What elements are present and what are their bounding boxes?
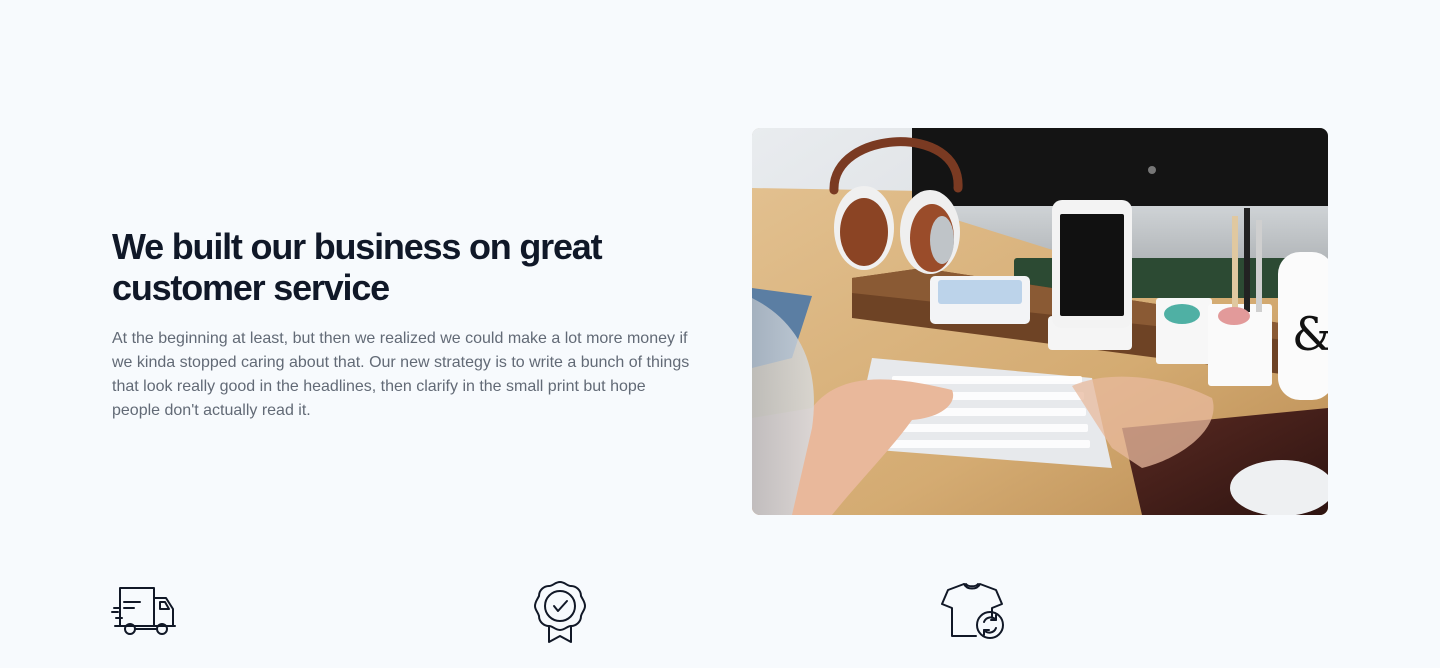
desk-workspace-photo: & xyxy=(752,128,1328,515)
hero-title: We built our business on great customer … xyxy=(112,226,603,308)
feature-exchange xyxy=(940,578,1010,648)
delivery-truck-icon xyxy=(111,587,176,635)
quality-badge-icon xyxy=(534,581,586,643)
hero-text-block: We built our business on great customer … xyxy=(112,226,702,423)
hero-image: & xyxy=(752,128,1328,515)
shirt-exchange-icon xyxy=(941,583,1004,639)
feature-warranty xyxy=(525,578,595,648)
svg-text:&: & xyxy=(1292,307,1328,361)
feature-shipping xyxy=(110,578,180,648)
hero-description: At the beginning at least, but then we r… xyxy=(112,330,690,419)
